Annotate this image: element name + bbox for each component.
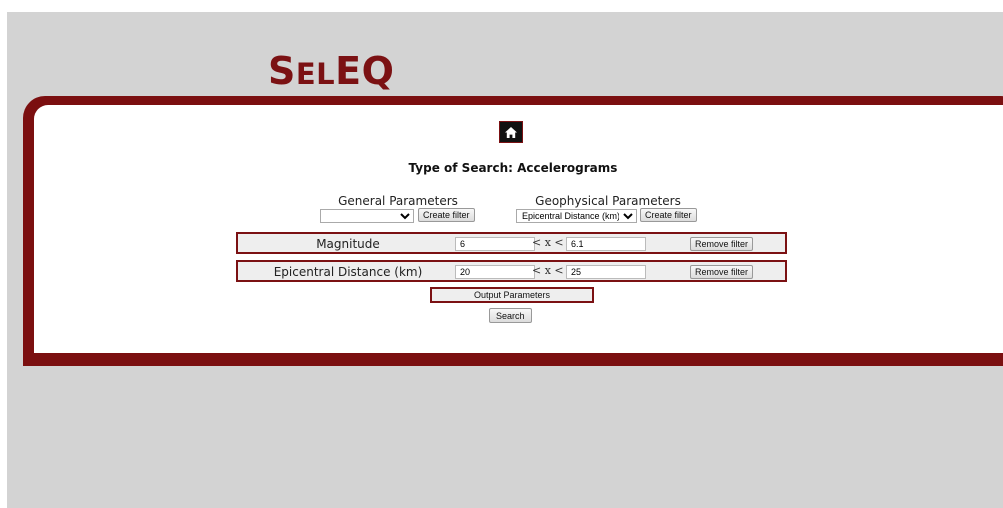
general-parameters-select[interactable] <box>320 209 414 223</box>
home-icon <box>505 126 517 138</box>
range-operator: < x < <box>532 236 564 249</box>
geophysical-parameters-select[interactable]: Epicentral Distance (km) <box>516 209 637 223</box>
home-button[interactable] <box>499 121 523 143</box>
remove-filter-button[interactable]: Remove filter <box>690 237 754 251</box>
filter-row-magnitude: Magnitude < x < Remove filter <box>236 232 787 254</box>
epicentral-distance-min-input[interactable] <box>455 265 535 279</box>
geophysical-parameters-heading: Geophysical Parameters <box>535 194 681 208</box>
general-create-filter-button[interactable]: Create filter <box>418 208 475 222</box>
geophysical-create-filter-button[interactable]: Create filter <box>640 208 697 222</box>
filter-label: Epicentral Distance (km) <box>273 265 423 279</box>
remove-filter-button[interactable]: Remove filter <box>690 265 754 279</box>
range-operator: < x < <box>532 264 564 277</box>
output-parameters-button[interactable]: Output Parameters <box>430 287 594 303</box>
filter-label: Magnitude <box>316 237 380 251</box>
app-logo: SELEQ <box>268 49 395 93</box>
magnitude-min-input[interactable] <box>455 237 535 251</box>
search-button[interactable]: Search <box>489 308 532 323</box>
filter-row-epicentral-distance: Epicentral Distance (km) < x < Remove fi… <box>236 260 787 282</box>
general-parameters-heading: General Parameters <box>338 194 458 208</box>
page-title: Type of Search: Accelerograms <box>408 161 618 175</box>
magnitude-max-input[interactable] <box>566 237 646 251</box>
epicentral-distance-max-input[interactable] <box>566 265 646 279</box>
